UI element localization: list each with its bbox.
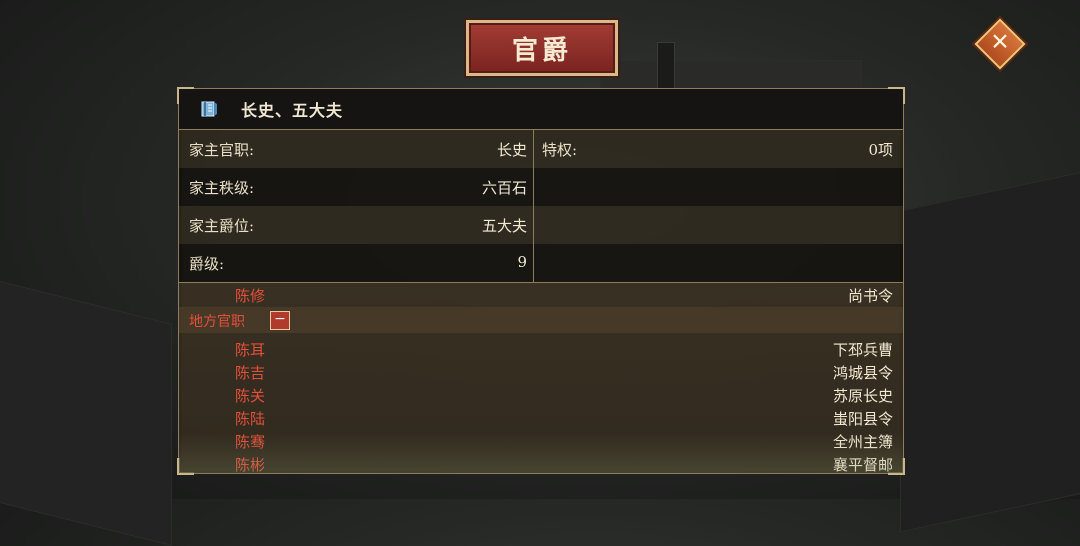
list-item[interactable]: 陈骞 全州主簿 [179,429,903,452]
info-value: 9 [517,253,527,271]
official-name: 陈耳 [235,341,266,359]
info-value: 五大夫 [481,217,527,235]
official-name: 陈修 [235,287,266,305]
info-label: 家主爵位: [189,217,255,235]
background-building [900,169,1080,533]
info-row: 爵级: 9 [179,244,903,282]
list-item[interactable]: 陈关 苏原长史 [179,383,903,406]
list-item[interactable]: 陈耳 下邳兵曹 [179,337,903,360]
rank-title: 长史、五大夫 [241,101,344,120]
info-row: 家主爵位: 五大夫 [179,206,903,244]
category-row: 地方官职 − [179,307,903,333]
rank-panel: 长史、五大夫 家主官职: 长史 特权: 0项 家主秩级: 六百石 家主爵位: 五… [177,87,905,475]
close-button[interactable] [974,18,1026,70]
background-signpost [657,42,675,94]
officials-list[interactable]: 陈修 尚书令 地方官职 − 陈耳 下邳兵曹 陈吉 鸿城县令 陈关 苏原长史 陈陆… [179,283,903,473]
collapse-button[interactable]: − [270,311,290,330]
official-name: 陈骞 [235,433,266,451]
official-name: 陈吉 [235,364,266,382]
info-label: 爵级: [189,255,225,273]
info-cell: 家主秩级: 六百石 [179,168,534,206]
privilege-value: 0项 [868,141,893,159]
background-building [0,276,172,546]
official-name: 陈关 [235,387,266,405]
official-post: 苏原长史 [832,387,893,405]
info-cell: 家主官职: 长史 [179,130,534,168]
info-table: 家主官职: 长史 特权: 0项 家主秩级: 六百石 家主爵位: 五大夫 爵级: … [179,130,903,283]
official-post: 蚩阳县令 [832,410,893,428]
info-value: 六百石 [481,179,527,197]
privilege-cell[interactable]: 特权: 0项 [534,130,903,168]
info-label: 家主秩级: [189,179,255,197]
list-item[interactable]: 陈修 尚书令 [179,283,903,306]
empty-cell [534,206,903,244]
close-icon [993,34,1007,48]
category-label: 地方官职 [189,314,245,330]
info-cell: 爵级: 9 [179,244,534,282]
list-item[interactable]: 陈彬 襄平督邮 [179,452,903,473]
official-post: 下邳兵曹 [832,341,893,359]
privilege-label: 特权: [542,141,578,159]
list-item[interactable]: 陈吉 鸿城县令 [179,360,903,383]
info-label: 家主官职: [189,141,255,159]
official-name: 陈陆 [235,410,266,428]
empty-cell [534,244,903,282]
empty-cell [534,168,903,206]
official-post: 尚书令 [847,287,893,305]
info-row: 家主秩级: 六百石 [179,168,903,206]
official-post: 全州主簿 [832,433,893,451]
official-name: 陈彬 [235,456,266,473]
page-title: 官爵 [466,20,618,76]
info-row: 家主官职: 长史 特权: 0项 [179,130,903,168]
official-post: 鸿城县令 [832,364,893,382]
official-post: 襄平督邮 [832,456,893,473]
list-item[interactable]: 陈陆 蚩阳县令 [179,406,903,429]
info-value: 长史 [496,141,527,159]
info-cell: 家主爵位: 五大夫 [179,206,534,244]
book-icon [201,101,217,117]
panel-header: 长史、五大夫 [179,89,903,130]
